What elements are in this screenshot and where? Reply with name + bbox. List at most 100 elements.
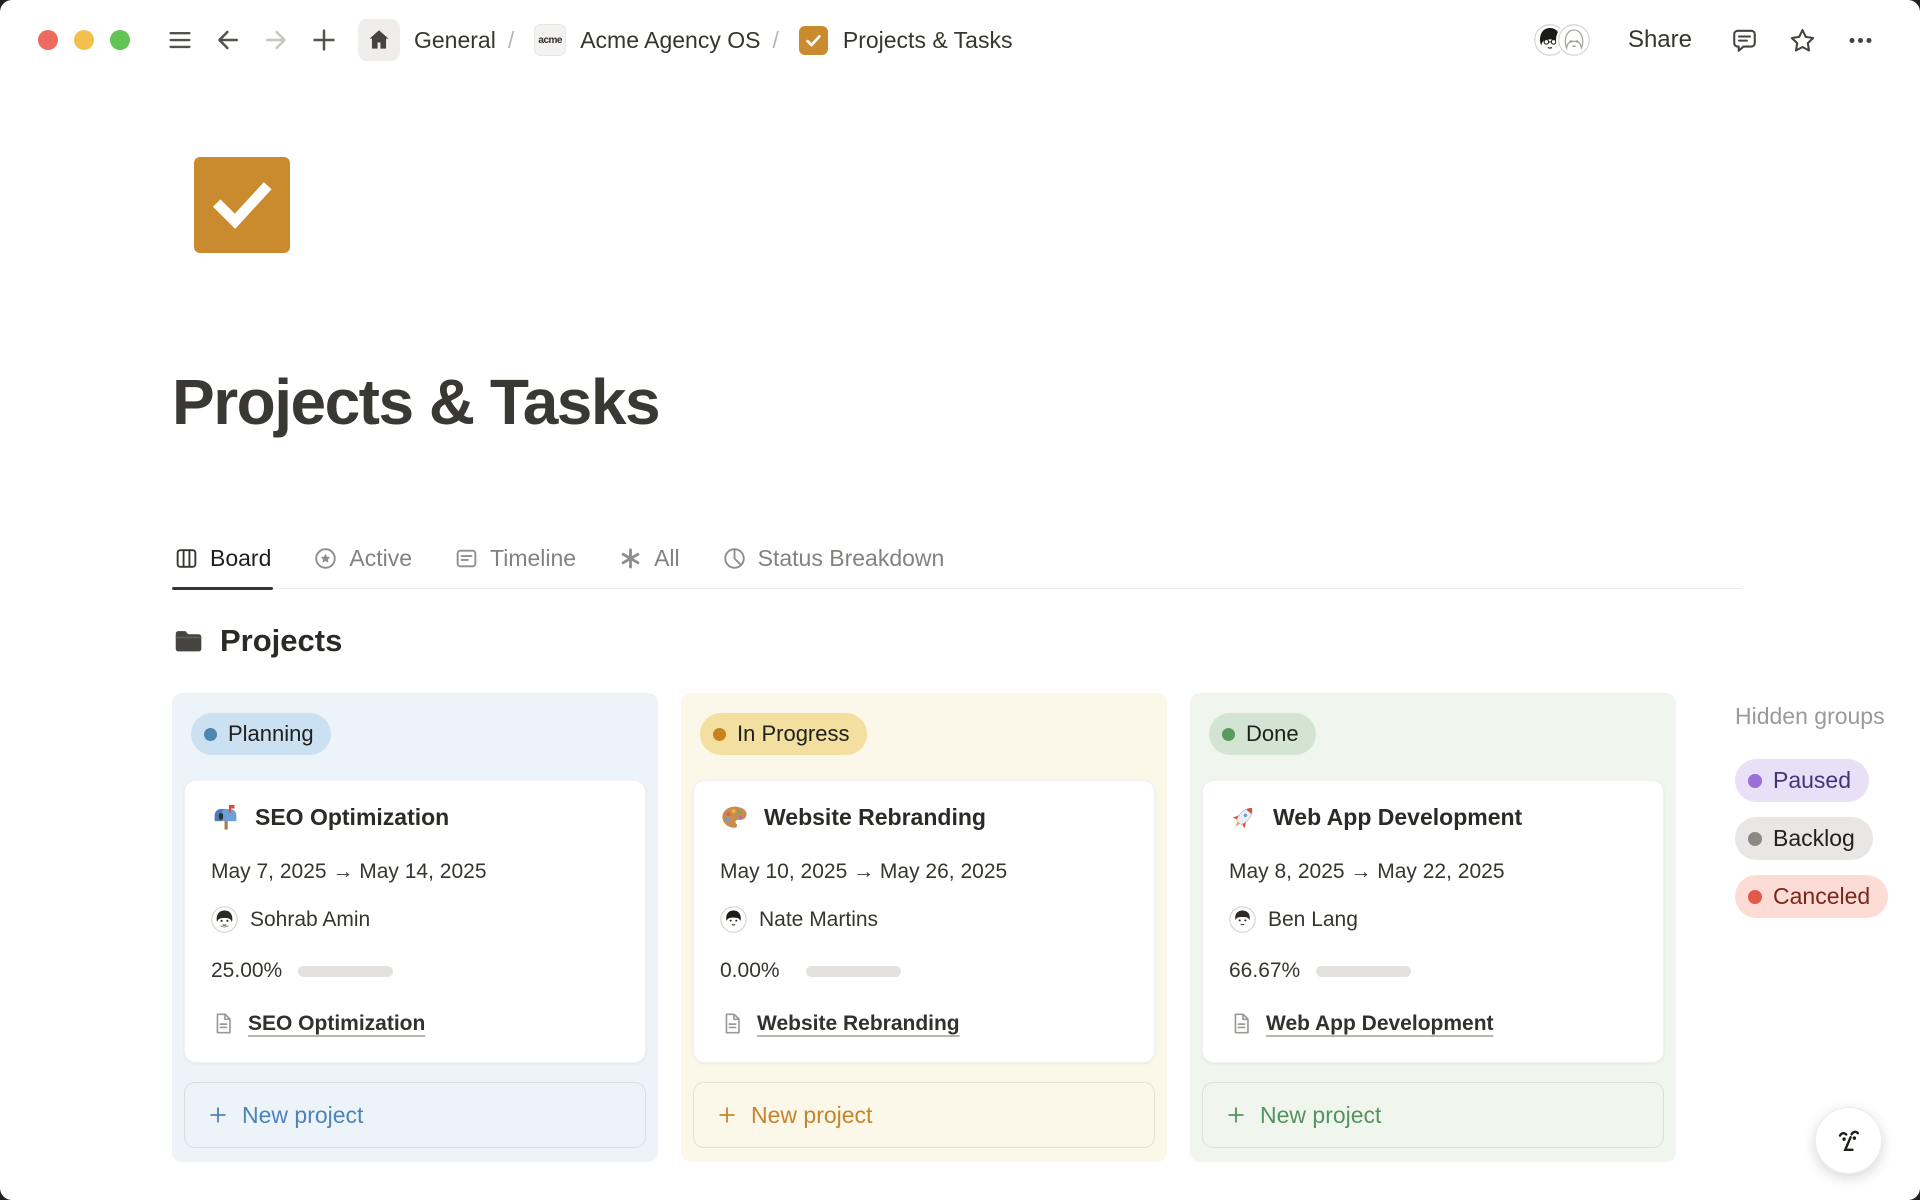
progress-row: 25.00% [211,959,619,983]
asterisk-icon [618,546,643,571]
checkmark-icon [207,170,277,240]
favorite-button[interactable] [1782,20,1822,60]
ellipsis-icon [1846,26,1875,55]
tab-label: Active [349,545,412,572]
page-title[interactable]: Projects & Tasks [172,365,1920,439]
tab-timeline[interactable]: Timeline [452,535,578,588]
rocket-icon [1229,803,1258,832]
status-dot [713,728,726,741]
tab-active[interactable]: Active [311,535,414,588]
project-card[interactable]: Web App Development May 8, 2025 → May 22… [1202,780,1664,1063]
plus-icon [309,25,339,55]
page-content: Projects & Tasks Board Active Timeline A… [0,157,1920,1162]
back-button[interactable] [211,23,245,57]
new-project-label: New project [1260,1102,1381,1129]
tab-label: Timeline [490,545,576,572]
section-title: Projects [220,623,342,659]
card-dates: May 8, 2025 → May 22, 2025 [1229,860,1637,884]
projects-section-header[interactable]: Projects [172,623,1920,659]
person-name: Ben Lang [1268,908,1358,932]
new-project-button[interactable]: New project [184,1082,646,1148]
status-pill-done[interactable]: Done [1209,713,1316,755]
plus-icon [207,1104,229,1126]
status-pill-planning[interactable]: Planning [191,713,331,755]
breadcrumb-home[interactable] [358,19,400,61]
progress-bar [1316,966,1411,977]
breadcrumb-page[interactable]: Projects & Tasks [843,27,1013,54]
avatar [1556,22,1592,58]
card-title: Website Rebranding [764,804,986,831]
status-label: Planning [228,721,314,747]
person-name: Nate Martins [759,908,878,932]
breadcrumb-separator: / [508,27,514,54]
star-icon [1788,26,1817,55]
hidden-group-label: Canceled [1773,883,1870,910]
page-icon[interactable] [194,157,290,253]
kanban-board: Planning SEO Optimization May 7, 2025 → … [172,693,1920,1162]
board-icon [174,546,199,571]
card-page-link[interactable]: SEO Optimization [248,1012,425,1036]
star-circle-icon [313,546,338,571]
card-page-link[interactable]: Web App Development [1266,1012,1494,1036]
person-name: Sohrab Amin [250,908,370,932]
more-options-button[interactable] [1840,20,1880,60]
breadcrumb-root[interactable]: General [414,27,496,54]
progress-label: 25.00% [211,959,282,983]
forward-button[interactable] [259,23,293,57]
status-label: Done [1246,721,1299,747]
person-avatar [1229,906,1256,933]
palette-icon [720,803,749,832]
hidden-group-canceled[interactable]: Canceled [1735,875,1888,918]
workspace-logo-text: acme [538,35,562,46]
hamburger-icon [165,25,195,55]
status-dot [1222,728,1235,741]
home-icon [366,27,392,53]
card-page-link[interactable]: Website Rebranding [757,1012,960,1036]
zoom-window-button[interactable] [110,30,130,50]
comments-button[interactable] [1724,20,1764,60]
tab-status-breakdown[interactable]: Status Breakdown [720,535,947,588]
breadcrumb-workspace[interactable]: Acme Agency OS [580,27,760,54]
hidden-groups-title: Hidden groups [1735,703,1920,730]
timeline-icon [454,546,479,571]
new-project-button[interactable]: New project [1202,1082,1664,1148]
workspace-logo: acme [534,24,566,56]
new-tab-button[interactable] [307,23,341,57]
card-dates: May 7, 2025 → May 14, 2025 [211,860,619,884]
new-project-label: New project [242,1102,363,1129]
tab-label: Status Breakdown [758,545,945,572]
mailbox-icon [211,803,240,832]
tab-label: Board [210,545,271,572]
hidden-group-paused[interactable]: Paused [1735,759,1869,802]
status-pill-in-progress[interactable]: In Progress [700,713,867,755]
person-avatar [211,906,238,933]
hidden-group-label: Backlog [1773,825,1855,852]
collaborator-avatars[interactable] [1532,22,1592,58]
page-icon-small [720,1011,745,1036]
close-window-button[interactable] [38,30,58,50]
tab-all[interactable]: All [616,535,682,588]
breadcrumb-separator: / [772,27,778,54]
new-project-button[interactable]: New project [693,1082,1155,1148]
project-card[interactable]: SEO Optimization May 7, 2025 → May 14, 2… [184,780,646,1063]
progress-bar [298,966,393,977]
progress-label: 66.67% [1229,959,1300,983]
view-tabs: Board Active Timeline All Status Breakdo… [172,535,1742,589]
tab-label: All [654,545,680,572]
folder-icon [172,625,204,657]
share-button[interactable]: Share [1628,26,1692,54]
progress-bar [806,966,901,977]
project-card[interactable]: Website Rebranding May 10, 2025 → May 26… [693,780,1155,1063]
plus-icon [1225,1104,1247,1126]
notion-ai-button[interactable] [1815,1107,1882,1174]
hidden-group-backlog[interactable]: Backlog [1735,817,1873,860]
new-project-label: New project [751,1102,872,1129]
minimize-window-button[interactable] [74,30,94,50]
tab-board[interactable]: Board [172,535,273,588]
card-title: Web App Development [1273,804,1522,831]
sidebar-toggle-button[interactable] [163,23,197,57]
back-arrow-icon [213,25,243,55]
status-label: In Progress [737,721,850,747]
status-dot [204,728,217,741]
card-dates: May 10, 2025 → May 26, 2025 [720,860,1128,884]
